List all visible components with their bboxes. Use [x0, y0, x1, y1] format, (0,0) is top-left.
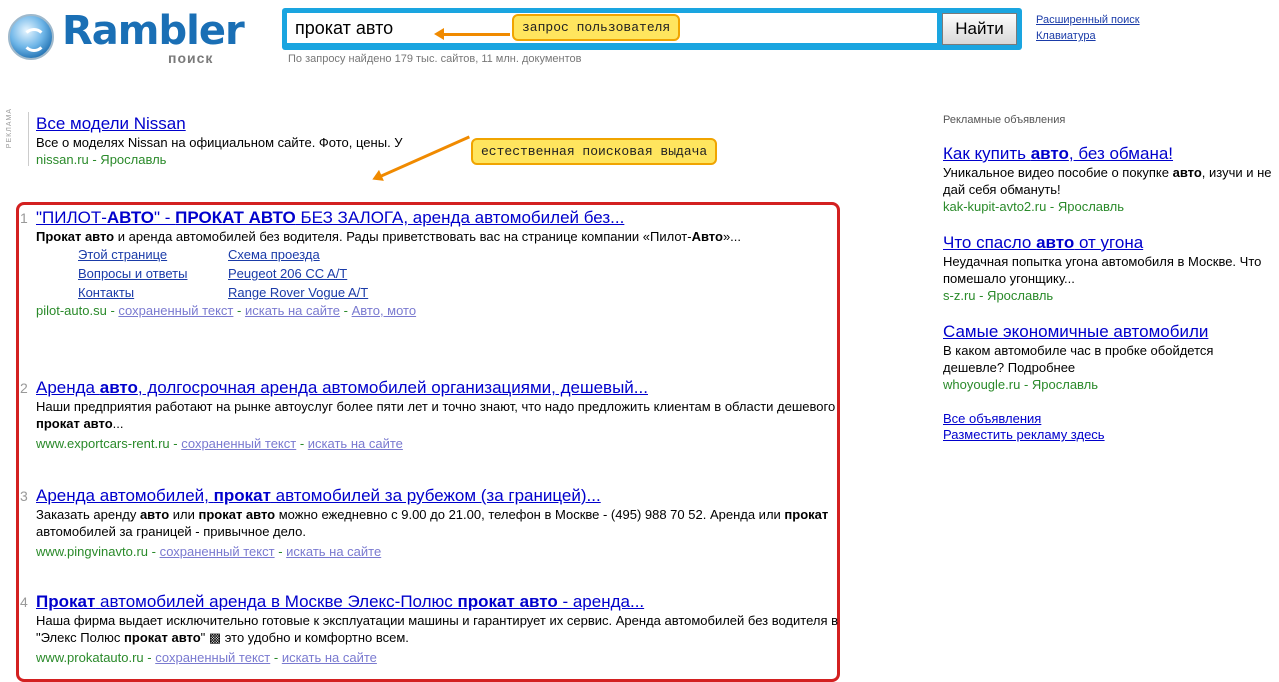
top-ad-url: nissan.ru - Ярославль: [36, 152, 167, 167]
result-url: www.prokatauto.ru: [36, 650, 144, 665]
header-links: Расширенный поиск Клавиатура: [1036, 12, 1140, 44]
result-number: 4: [20, 594, 28, 610]
query-arrow-icon: [434, 28, 510, 40]
right-ad-text: В каком автомобиле час в пробке обойдетс…: [943, 343, 1214, 375]
result-title[interactable]: Прокат автомобилей аренда в Москве Элекс…: [36, 592, 644, 611]
result-url: pilot-auto.su: [36, 303, 107, 318]
sitelink[interactable]: Range Rover Vogue A/T: [228, 283, 428, 302]
result-snippet: Наши предприятия работают на рынке автоу…: [36, 399, 836, 431]
right-ad-url: s-z.ru - Ярославль: [943, 288, 1054, 303]
right-ad-url: kak-kupit-avto2.ru - Ярославль: [943, 199, 1125, 214]
place-ad-link[interactable]: Разместить рекламу здесь: [943, 427, 1273, 443]
result-number: 3: [20, 488, 28, 504]
keyboard-link[interactable]: Клавиатура: [1036, 28, 1140, 44]
result-number: 1: [20, 210, 28, 226]
advanced-search-link[interactable]: Расширенный поиск: [1036, 12, 1140, 28]
result-title[interactable]: "ПИЛОТ-АВТО" - ПРОКАТ АВТО БЕЗ ЗАЛОГА, а…: [36, 208, 624, 227]
result-2: 2 Аренда авто, долгосрочная аренда автом…: [20, 378, 848, 452]
site-search-link[interactable]: искать на сайте: [245, 303, 340, 318]
result-title[interactable]: Аренда авто, долгосрочная аренда автомоб…: [36, 378, 648, 397]
rambler-logo[interactable]: Rambler поиск: [8, 8, 248, 66]
ad-divider: [28, 112, 29, 166]
all-ads-link[interactable]: Все объявления: [943, 411, 1273, 427]
cached-link[interactable]: сохраненный текст: [118, 303, 233, 318]
right-ad-url: whoyougle.ru - Ярославль: [943, 377, 1099, 392]
result-snippet: Прокат авто и аренда автомобилей без вод…: [36, 229, 742, 244]
top-ad: Все модели Nissan Все о моделях Nissan н…: [36, 114, 496, 168]
sitelink[interactable]: Этой странице: [78, 245, 228, 264]
result-snippet: Заказать аренду авто или прокат авто мож…: [36, 507, 829, 539]
result-url: www.exportcars-rent.ru: [36, 436, 170, 451]
top-ad-title[interactable]: Все модели Nissan: [36, 114, 186, 133]
result-title[interactable]: Аренда автомобилей, прокат автомобилей з…: [36, 486, 601, 505]
ad-label: РЕКЛАМА: [6, 108, 13, 149]
right-ad-text: Неудачная попытка угона автомобиля в Мос…: [943, 254, 1262, 286]
logo-text: Rambler: [62, 8, 245, 54]
right-ad-title[interactable]: Как купить авто, без обмана!: [943, 144, 1173, 163]
right-ad-2: Что спасло авто от угона Неудачная попыт…: [943, 233, 1273, 304]
result-url-line: www.prokatauto.ru - сохраненный текст - …: [36, 650, 377, 665]
cached-link[interactable]: сохраненный текст: [155, 650, 270, 665]
right-ad-title[interactable]: Самые экономичные автомобили: [943, 322, 1208, 341]
result-3: 3 Аренда автомобилей, прокат автомобилей…: [20, 486, 848, 560]
result-snippet: Наша фирма выдает исключительно готовые …: [36, 613, 839, 645]
results-count: По запросу найдено 179 тыс. сайтов, 11 м…: [288, 53, 582, 65]
category-link[interactable]: Авто, мото: [352, 303, 416, 318]
sitelink[interactable]: Peugeot 206 CC A/T: [228, 264, 428, 283]
right-ad-text: Уникальное видео пособие о покупке авто,…: [943, 165, 1272, 197]
cached-link[interactable]: сохраненный текст: [181, 436, 296, 451]
site-search-link[interactable]: искать на сайте: [286, 544, 381, 559]
result-url: www.pingvinavto.ru: [36, 544, 148, 559]
query-annotation: запрос пользователя: [512, 14, 681, 41]
sitelink[interactable]: Схема проезда: [228, 245, 428, 264]
right-ad-3: Самые экономичные автомобили В каком авт…: [943, 322, 1273, 393]
result-url-line: www.pingvinavto.ru - сохраненный текст -…: [36, 544, 382, 559]
right-ads-footer: Все объявления Разместить рекламу здесь: [943, 411, 1273, 443]
right-ad-1: Как купить авто, без обмана! Уникальное …: [943, 144, 1273, 215]
organic-annotation: естественная поисковая выдача: [471, 138, 718, 165]
sitelink[interactable]: Контакты: [78, 283, 228, 302]
logo-subtitle: поиск: [168, 50, 214, 66]
right-ad-title[interactable]: Что спасло авто от угона: [943, 233, 1143, 252]
result-4: 4 Прокат автомобилей аренда в Москве Эле…: [20, 592, 848, 666]
site-search-link[interactable]: искать на сайте: [308, 436, 403, 451]
top-ad-snippet: Все о моделях Nissan на официальном сайт…: [36, 135, 403, 150]
result-url-line: www.exportcars-rent.ru - сохраненный тек…: [36, 436, 403, 451]
cached-link[interactable]: сохраненный текст: [160, 544, 275, 559]
result-number: 2: [20, 380, 28, 396]
rambler-logo-icon: [8, 14, 54, 60]
sitelinks: Этой странице Схема проезда Вопросы и от…: [78, 245, 848, 302]
result-url-line: pilot-auto.su - сохраненный текст - иска…: [36, 303, 417, 318]
right-ads: Рекламные объявления Как купить авто, бе…: [943, 114, 1273, 443]
result-1: 1 "ПИЛОТ-АВТО" - ПРОКАТ АВТО БЕЗ ЗАЛОГА,…: [20, 208, 848, 319]
sitelink[interactable]: Вопросы и ответы: [78, 264, 228, 283]
search-button[interactable]: Найти: [942, 13, 1017, 45]
site-search-link[interactable]: искать на сайте: [282, 650, 377, 665]
right-ads-header: Рекламные объявления: [943, 114, 1066, 126]
